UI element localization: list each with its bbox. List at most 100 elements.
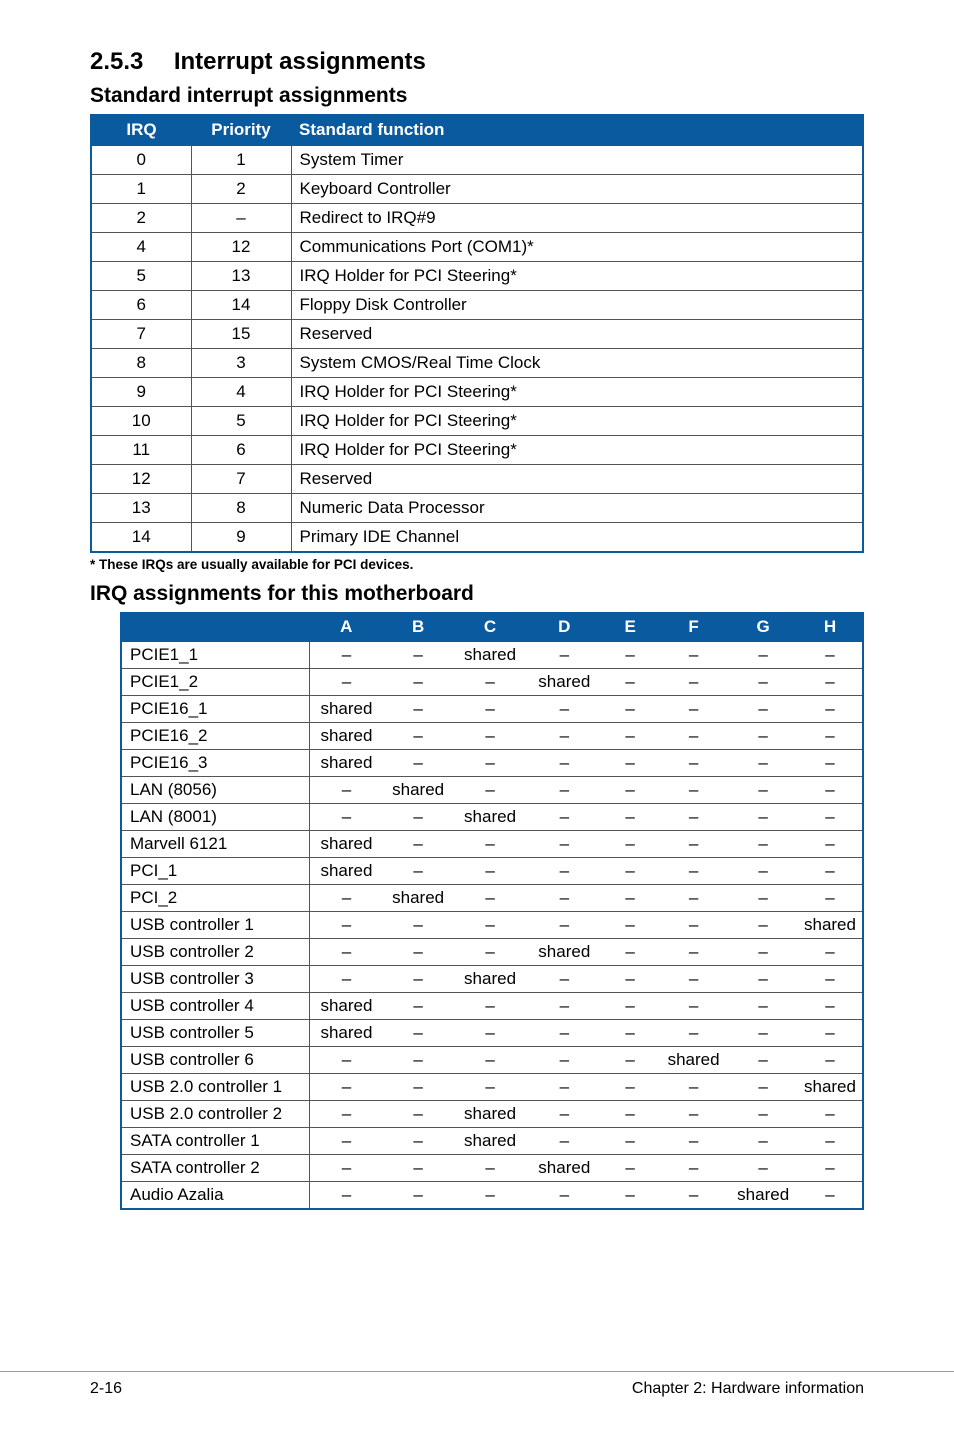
cell-value: – (798, 1182, 863, 1210)
cell-value: – (309, 777, 383, 804)
table-row: 138Numeric Data Processor (91, 494, 863, 523)
cell-value: – (527, 858, 601, 885)
cell-label: USB 2.0 controller 1 (121, 1074, 309, 1101)
cell-value: – (659, 993, 729, 1020)
table-row: 94IRQ Holder for PCI Steering* (91, 378, 863, 407)
cell-value: – (601, 1155, 658, 1182)
cell-irq: 9 (91, 378, 191, 407)
cell-label: USB 2.0 controller 2 (121, 1101, 309, 1128)
cell-priority: 13 (191, 262, 291, 291)
table-row: 01System Timer (91, 146, 863, 175)
cell-value: – (383, 1128, 453, 1155)
cell-value: shared (309, 696, 383, 723)
cell-value: – (659, 1074, 729, 1101)
cell-label: PCIE1_2 (121, 669, 309, 696)
cell-label: LAN (8056) (121, 777, 309, 804)
cell-value: – (383, 696, 453, 723)
cell-value: – (309, 1128, 383, 1155)
cell-value: – (309, 885, 383, 912)
cell-value: – (601, 642, 658, 669)
cell-value: – (601, 1020, 658, 1047)
table-row: 83System CMOS/Real Time Clock (91, 349, 863, 378)
col-d: D (527, 612, 601, 642)
cell-value: – (798, 831, 863, 858)
cell-value: – (601, 912, 658, 939)
cell-function: Primary IDE Channel (291, 523, 863, 553)
cell-value: – (309, 1074, 383, 1101)
cell-value: – (798, 885, 863, 912)
cell-label: USB controller 1 (121, 912, 309, 939)
cell-value: – (728, 642, 798, 669)
section-header: 2.5.3 Interrupt assignments (90, 48, 864, 76)
table-row: USB controller 6–––––shared–– (121, 1047, 863, 1074)
cell-value: – (659, 885, 729, 912)
table-row: 715Reserved (91, 320, 863, 349)
cell-value: – (527, 1182, 601, 1210)
col-f: F (659, 612, 729, 642)
cell-irq: 8 (91, 349, 191, 378)
table-row: 412Communications Port (COM1)* (91, 233, 863, 262)
cell-value: – (601, 939, 658, 966)
page-footer: 2-16 Chapter 2: Hardware information (0, 1371, 954, 1398)
cell-value: – (383, 1074, 453, 1101)
cell-value: – (453, 777, 527, 804)
cell-value: – (453, 1182, 527, 1210)
cell-value: – (659, 750, 729, 777)
cell-value: – (527, 723, 601, 750)
table-row: USB controller 2–––shared–––– (121, 939, 863, 966)
cell-value: – (798, 696, 863, 723)
cell-value: – (601, 1128, 658, 1155)
cell-value: shared (527, 939, 601, 966)
cell-value: – (309, 1155, 383, 1182)
cell-value: – (453, 912, 527, 939)
table-row: 149Primary IDE Channel (91, 523, 863, 553)
cell-value: – (383, 831, 453, 858)
cell-value: – (728, 1020, 798, 1047)
cell-value: – (527, 1074, 601, 1101)
cell-value: – (383, 1182, 453, 1210)
cell-value: shared (453, 966, 527, 993)
cell-value: – (728, 696, 798, 723)
cell-value: – (527, 993, 601, 1020)
cell-value: – (798, 1020, 863, 1047)
cell-irq: 4 (91, 233, 191, 262)
cell-value: – (728, 858, 798, 885)
cell-value: – (527, 642, 601, 669)
table-row: 12Keyboard Controller (91, 175, 863, 204)
table-row: USB controller 1–––––––shared (121, 912, 863, 939)
cell-value: – (601, 993, 658, 1020)
col-label-blank (121, 612, 309, 642)
cell-value: shared (659, 1047, 729, 1074)
cell-priority: 3 (191, 349, 291, 378)
cell-function: System CMOS/Real Time Clock (291, 349, 863, 378)
cell-value: – (659, 1128, 729, 1155)
cell-value: shared (383, 777, 453, 804)
cell-value: – (527, 831, 601, 858)
table-row: USB 2.0 controller 2––shared––––– (121, 1101, 863, 1128)
cell-value: – (728, 804, 798, 831)
cell-value: – (659, 696, 729, 723)
cell-priority: 7 (191, 465, 291, 494)
cell-irq: 14 (91, 523, 191, 553)
cell-value: – (659, 831, 729, 858)
cell-value: – (309, 804, 383, 831)
table-row: USB 2.0 controller 1–––––––shared (121, 1074, 863, 1101)
table1-footnote: * These IRQs are usually available for P… (90, 557, 864, 572)
cell-value: – (527, 750, 601, 777)
cell-value: shared (728, 1182, 798, 1210)
cell-value: – (383, 858, 453, 885)
cell-value: – (659, 642, 729, 669)
cell-priority: 9 (191, 523, 291, 553)
cell-irq: 7 (91, 320, 191, 349)
cell-value: – (728, 1074, 798, 1101)
cell-label: PCIE16_2 (121, 723, 309, 750)
cell-value: – (728, 939, 798, 966)
cell-value: – (383, 723, 453, 750)
cell-value: – (659, 777, 729, 804)
cell-value: – (601, 831, 658, 858)
cell-value: – (453, 885, 527, 912)
cell-value: – (601, 669, 658, 696)
table-row: Marvell 6121shared––––––– (121, 831, 863, 858)
cell-value: – (527, 1047, 601, 1074)
cell-value: – (309, 1047, 383, 1074)
